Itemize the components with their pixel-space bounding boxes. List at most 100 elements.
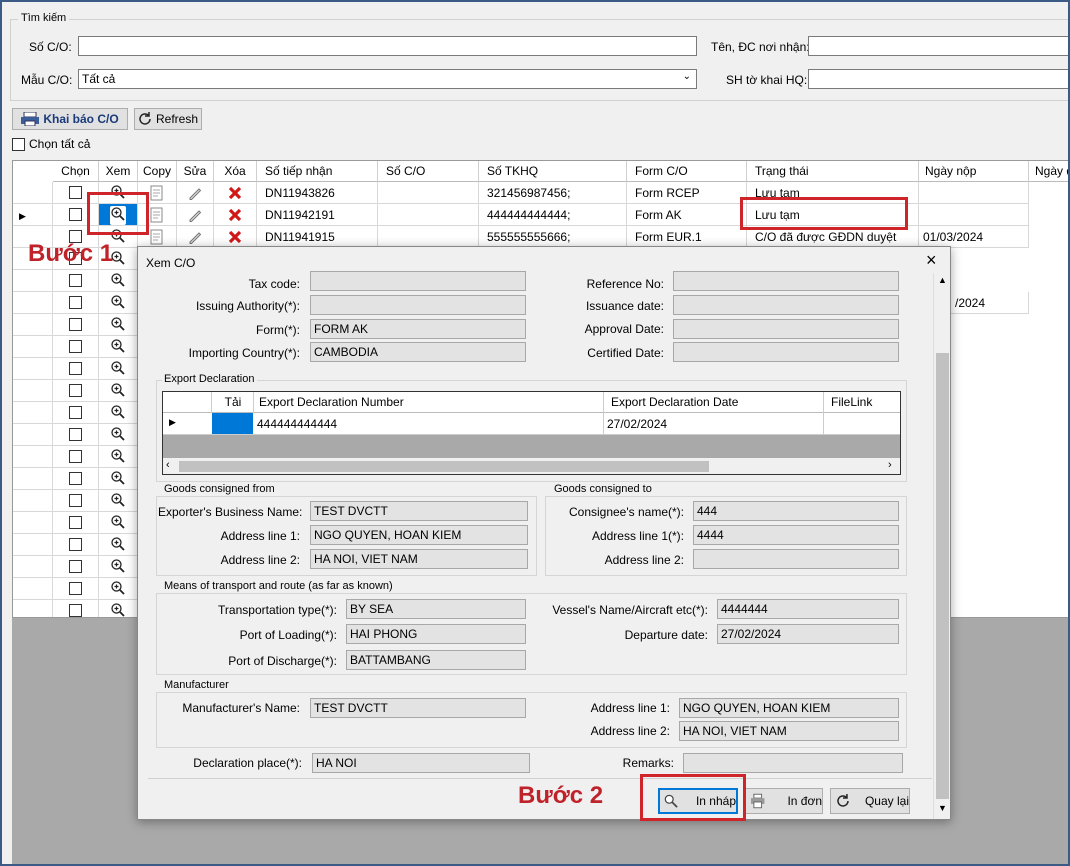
- issuance-field[interactable]: [673, 295, 899, 315]
- zoom-in-icon[interactable]: [110, 316, 126, 335]
- xem-cell[interactable]: [99, 534, 138, 556]
- edit-cell[interactable]: [177, 182, 214, 204]
- row-checkbox[interactable]: [69, 406, 82, 419]
- edit-cell[interactable]: [177, 204, 214, 226]
- row-header[interactable]: [13, 600, 53, 617]
- export-grid-row[interactable]: ▶ 444444444444 27/02/2024: [163, 413, 900, 435]
- row-header[interactable]: [13, 314, 53, 336]
- export-tai-cell[interactable]: [212, 413, 253, 434]
- xem-cell[interactable]: [99, 358, 138, 380]
- row-checkbox[interactable]: [69, 428, 82, 441]
- zoom-in-icon[interactable]: [110, 382, 126, 401]
- port-loading-field[interactable]: HAI PHONG: [346, 624, 526, 644]
- consignee-addr1-field[interactable]: 4444: [693, 525, 899, 545]
- copy-icon[interactable]: [150, 185, 164, 203]
- importing-field[interactable]: CAMBODIA: [310, 342, 526, 362]
- row-header[interactable]: [13, 402, 53, 424]
- row-header[interactable]: [13, 468, 53, 490]
- xem-cell[interactable]: [99, 336, 138, 358]
- row-checkbox[interactable]: [69, 560, 82, 573]
- chon-cell[interactable]: [53, 468, 99, 490]
- xem-cell[interactable]: [99, 270, 138, 292]
- zoom-in-icon[interactable]: [110, 536, 126, 555]
- chon-cell[interactable]: [53, 336, 99, 358]
- chon-cell[interactable]: [53, 358, 99, 380]
- so-co-input[interactable]: [78, 36, 697, 56]
- row-checkbox[interactable]: [69, 362, 82, 375]
- chon-cell[interactable]: [53, 380, 99, 402]
- export-hscrollbar[interactable]: ‹ ›: [163, 458, 900, 474]
- xem-cell[interactable]: [99, 490, 138, 512]
- xem-cell[interactable]: [99, 292, 138, 314]
- row-header[interactable]: [13, 358, 53, 380]
- ten-dc-input[interactable]: [808, 36, 1070, 56]
- zoom-in-icon[interactable]: [110, 514, 126, 533]
- row-checkbox[interactable]: [69, 604, 82, 617]
- manufacturer-name-field[interactable]: TEST DVCTT: [310, 698, 526, 718]
- row-header[interactable]: [13, 270, 53, 292]
- xem-cell[interactable]: [99, 314, 138, 336]
- xem-cell[interactable]: [99, 578, 138, 600]
- row-checkbox[interactable]: [69, 582, 82, 595]
- tax-code-field[interactable]: [310, 271, 526, 291]
- chon-cell[interactable]: [53, 424, 99, 446]
- delete-cell[interactable]: [214, 182, 257, 204]
- exporter-name-field[interactable]: TEST DVCTT: [310, 501, 528, 521]
- chon-cell[interactable]: [53, 270, 99, 292]
- row-header[interactable]: [13, 512, 53, 534]
- zoom-in-icon[interactable]: [110, 602, 126, 617]
- xem-cell[interactable]: [99, 600, 138, 617]
- certified-field[interactable]: [673, 342, 899, 362]
- chon-cell[interactable]: [53, 314, 99, 336]
- approval-field[interactable]: [673, 319, 899, 339]
- row-checkbox[interactable]: [69, 384, 82, 397]
- zoom-in-icon[interactable]: [110, 272, 126, 291]
- transport-type-field[interactable]: BY SEA: [346, 599, 526, 619]
- row-checkbox[interactable]: [69, 472, 82, 485]
- row-checkbox[interactable]: [69, 538, 82, 551]
- row-checkbox[interactable]: [69, 296, 82, 309]
- row-header[interactable]: [13, 292, 53, 314]
- row-header[interactable]: [13, 446, 53, 468]
- remarks-field[interactable]: [683, 753, 903, 773]
- chon-cell[interactable]: [53, 446, 99, 468]
- row-header[interactable]: [13, 182, 53, 204]
- chon-cell[interactable]: [53, 490, 99, 512]
- h-scroll-thumb[interactable]: [179, 461, 709, 472]
- zoom-in-icon[interactable]: [110, 426, 126, 445]
- zoom-in-icon[interactable]: [110, 448, 126, 467]
- xem-cell[interactable]: [99, 512, 138, 534]
- zoom-in-icon[interactable]: [110, 492, 126, 511]
- zoom-in-icon[interactable]: [110, 404, 126, 423]
- xem-cell[interactable]: [99, 446, 138, 468]
- departure-field[interactable]: 27/02/2024: [717, 624, 899, 644]
- exporter-addr2-field[interactable]: HA NOI, VIET NAM: [310, 549, 528, 569]
- consignee-name-field[interactable]: 444: [693, 501, 899, 521]
- chon-cell[interactable]: [53, 578, 99, 600]
- row-checkbox[interactable]: [69, 318, 82, 331]
- consignee-addr2-field[interactable]: [693, 549, 899, 569]
- xem-cell[interactable]: [99, 380, 138, 402]
- row-header[interactable]: [13, 556, 53, 578]
- pencil-icon[interactable]: [187, 210, 203, 225]
- declaration-place-field[interactable]: HA NOI: [312, 753, 530, 773]
- row-header[interactable]: ▶: [13, 204, 53, 226]
- row-checkbox[interactable]: [69, 186, 82, 199]
- row-header[interactable]: [13, 336, 53, 358]
- scroll-down-icon[interactable]: ▼: [934, 803, 950, 813]
- zoom-in-icon[interactable]: [110, 470, 126, 489]
- exporter-addr1-field[interactable]: NGO QUYEN, HOAN KIEM: [310, 525, 528, 545]
- mau-co-select[interactable]: Tất cả ⌄: [78, 69, 697, 89]
- scroll-right-icon[interactable]: ›: [888, 459, 892, 471]
- manufacturer-addr2-field[interactable]: HA NOI, VIET NAM: [679, 721, 899, 741]
- zoom-in-icon[interactable]: [110, 338, 126, 357]
- chon-cell[interactable]: [53, 534, 99, 556]
- delete-icon[interactable]: [227, 186, 243, 203]
- khai-bao-button[interactable]: Khai báo C/O: [12, 108, 128, 130]
- edit-cell[interactable]: [177, 226, 214, 248]
- chon-cell[interactable]: [53, 292, 99, 314]
- chon-cell[interactable]: [53, 402, 99, 424]
- row-checkbox[interactable]: [69, 340, 82, 353]
- zoom-in-icon[interactable]: [110, 580, 126, 599]
- xem-cell[interactable]: [99, 402, 138, 424]
